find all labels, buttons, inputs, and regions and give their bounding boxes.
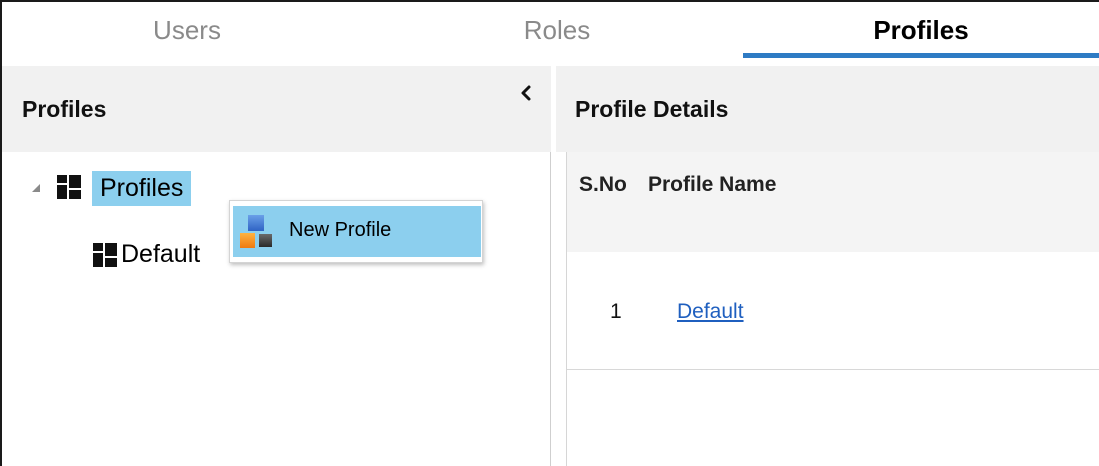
profiles-panel-title: Profiles (22, 96, 107, 122)
profile-grid-icon (57, 175, 81, 199)
cell-sno: 1 (610, 300, 622, 323)
table-row[interactable]: 1 Default (567, 252, 1099, 370)
tab-users[interactable]: Users (2, 2, 372, 58)
column-header-profile-name[interactable]: Profile Name (648, 173, 776, 197)
profile-grid-icon (93, 243, 117, 267)
profile-name-link[interactable]: Default (677, 300, 744, 324)
tab-roles[interactable]: Roles (372, 2, 742, 58)
table-header: S.No Profile Name (567, 152, 1099, 252)
context-menu: New Profile (229, 200, 483, 263)
new-profile-icon (238, 213, 276, 251)
profiles-panel-header: Profiles (2, 66, 551, 152)
tab-bar: Users Roles Profiles (2, 2, 1099, 58)
new-profile-menu-item[interactable]: New Profile (233, 206, 481, 257)
column-header-sno[interactable]: S.No (579, 173, 627, 197)
chevron-left-icon[interactable] (514, 80, 540, 106)
profile-details-title: Profile Details (575, 96, 729, 122)
profile-details-panel: Profile Details S.No Profile Name 1 Defa… (556, 66, 1099, 466)
tree-node-default[interactable]: Default (121, 239, 200, 269)
profiles-tree-panel: Profiles Profiles Default (2, 66, 551, 466)
tab-profiles[interactable]: Profiles (743, 2, 1099, 58)
new-profile-menu-label: New Profile (289, 219, 392, 241)
tree-expand-arrow-icon[interactable] (32, 184, 40, 192)
tree-node-profiles[interactable]: Profiles (92, 171, 192, 206)
active-tab-indicator (743, 53, 1099, 58)
profile-details-header: Profile Details (556, 66, 1099, 152)
